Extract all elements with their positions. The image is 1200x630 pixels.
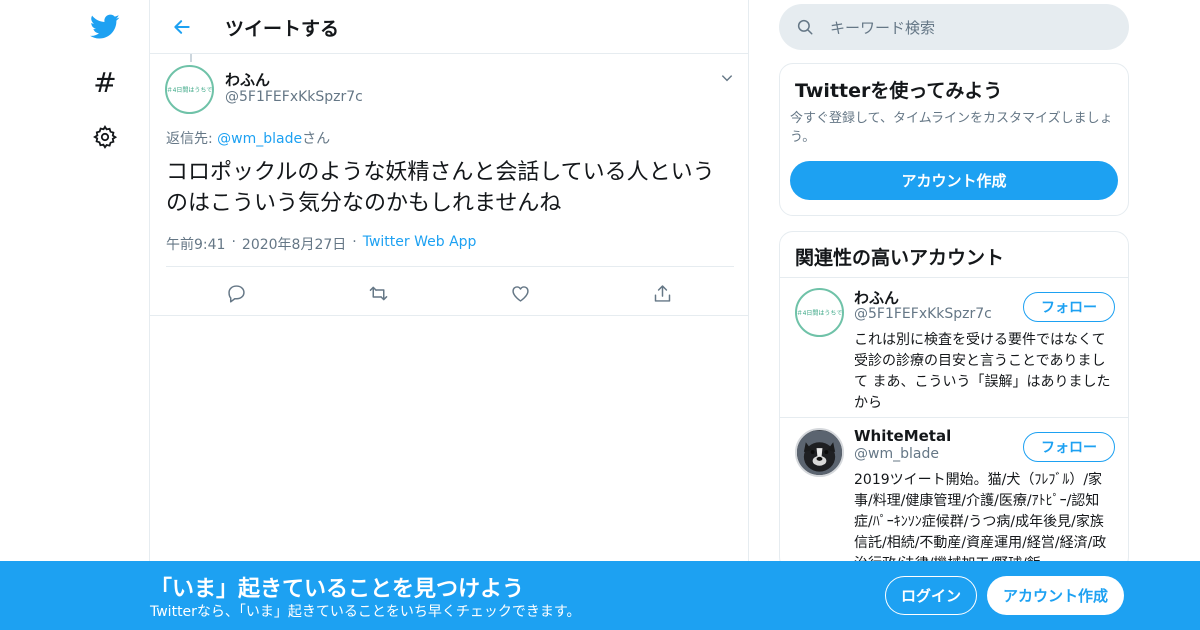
signup-description: 今すぐ登録して、タイムラインをカスタマイズしましょう。 xyxy=(790,111,1113,145)
hashtag-glyph: # xyxy=(93,65,117,99)
page-header: ツイートする xyxy=(150,0,748,54)
retweet-button[interactable] xyxy=(363,278,393,308)
chevron-down-icon[interactable] xyxy=(720,70,734,89)
tweet-actions xyxy=(150,276,748,310)
tweet: ＃4日間はうちで わふん @5F1FEFxKkSpzr7c 返信先: @wm_b… xyxy=(150,54,748,316)
reply-prefix: 返信先: xyxy=(166,131,218,147)
list-item[interactable]: ＃4日間はうちで わふん @5F1FEFxKkSpzr7c フォロー これは別に… xyxy=(780,278,1128,418)
search-input[interactable]: キーワード検索 xyxy=(830,17,935,38)
author-name[interactable]: わふん xyxy=(225,69,270,90)
tweet-meta: 午前9:41 · 2020年8月27日 · Twitter Web App xyxy=(166,234,476,254)
left-nav: # xyxy=(0,0,150,630)
heart-icon xyxy=(511,285,529,302)
author-handle[interactable]: @5F1FEFxKkSpzr7c xyxy=(225,89,363,105)
tweet-text: コロポックルのような妖精さんと会話している人というのはこういう気分なのかもしれま… xyxy=(166,160,715,216)
like-button[interactable] xyxy=(505,278,535,308)
banner-title: 「いま」起きていることを見つけよう xyxy=(150,577,525,602)
related-title: 関連性の高いアカウント xyxy=(780,232,1128,278)
list-item[interactable]: WhiteMetal @wm_blade フォロー 2019ツイート開始。猫/犬… xyxy=(780,418,1128,570)
follow-button[interactable]: フォロー xyxy=(1023,292,1115,322)
back-button[interactable] xyxy=(168,13,196,41)
avatar-text: ＃4日間はうちで xyxy=(796,310,843,317)
related-accounts-card: 関連性の高いアカウント ＃4日間はうちで わふん @5F1FEFxKkSpzr7… xyxy=(779,231,1129,571)
banner-signup-button[interactable]: アカウント作成 xyxy=(987,576,1124,615)
account-bio: これは別に検査を受ける要件ではなくて 受診の診療の目安と言うことでありまして ま… xyxy=(854,332,1111,411)
follow-button[interactable]: フォロー xyxy=(1023,432,1115,462)
thread-line xyxy=(190,54,192,62)
banner-subtitle: Twitterなら、「いま」起きていることをいち早くチェックできます。 xyxy=(150,604,581,620)
reply-button[interactable] xyxy=(221,278,251,308)
signup-card: Twitterを使ってみよう 今すぐ登録して、タイムラインをカスタマイズしましょ… xyxy=(779,63,1129,216)
signup-banner: 「いま」起きていることを見つけよう Twitterなら、「いま」起きていることを… xyxy=(0,561,1200,630)
page-title: ツイートする xyxy=(225,18,340,40)
dog-photo-icon xyxy=(797,430,842,475)
tweet-time[interactable]: 午前9:41 xyxy=(166,234,225,254)
meta-separator: · xyxy=(352,234,357,250)
login-button[interactable]: ログイン xyxy=(885,576,977,615)
avatar[interactable] xyxy=(795,428,844,477)
avatar[interactable]: ＃4日間はうちで xyxy=(795,288,844,337)
divider xyxy=(166,266,734,267)
reply-icon xyxy=(227,284,245,303)
reply-context: 返信先: @wm_bladeさん xyxy=(166,128,330,148)
meta-separator: · xyxy=(231,234,236,250)
reply-suffix: さん xyxy=(302,131,331,147)
account-name[interactable]: わふん xyxy=(854,287,899,308)
share-icon xyxy=(654,284,670,302)
tweet-date[interactable]: 2020年8月27日 xyxy=(242,234,346,254)
account-handle[interactable]: @5F1FEFxKkSpzr7c xyxy=(854,306,992,322)
twitter-logo-icon[interactable] xyxy=(88,10,122,44)
avatar[interactable]: ＃4日間はうちで xyxy=(165,65,214,114)
hashtag-icon[interactable]: # xyxy=(88,65,122,99)
reply-to-link[interactable]: @wm_blade xyxy=(217,131,302,147)
gear-icon[interactable] xyxy=(88,120,122,154)
arrow-left-icon xyxy=(174,20,190,34)
page: # ツイートする ＃4日間はうちで わふん @5F1FEFxKkSpzr7c 返… xyxy=(0,0,1200,630)
account-name[interactable]: WhiteMetal xyxy=(854,427,951,445)
account-bio: 2019ツイート開始。猫/犬（ﾌﾚﾌﾞﾙ）/家事/料理/健康管理/介護/医療/ｱ… xyxy=(854,472,1107,570)
account-handle[interactable]: @wm_blade xyxy=(854,446,939,462)
create-account-button[interactable]: アカウント作成 xyxy=(790,161,1118,200)
signup-title: Twitterを使ってみよう xyxy=(795,80,1003,102)
avatar-text: ＃4日間はうちで xyxy=(166,87,213,94)
retweet-icon xyxy=(369,286,387,300)
main-column: ツイートする ＃4日間はうちで わふん @5F1FEFxKkSpzr7c 返信先… xyxy=(149,0,749,630)
tweet-source-app[interactable]: Twitter Web App xyxy=(363,234,477,254)
share-button[interactable] xyxy=(647,278,677,308)
search-box[interactable]: キーワード検索 xyxy=(779,4,1129,50)
search-icon xyxy=(795,17,815,37)
